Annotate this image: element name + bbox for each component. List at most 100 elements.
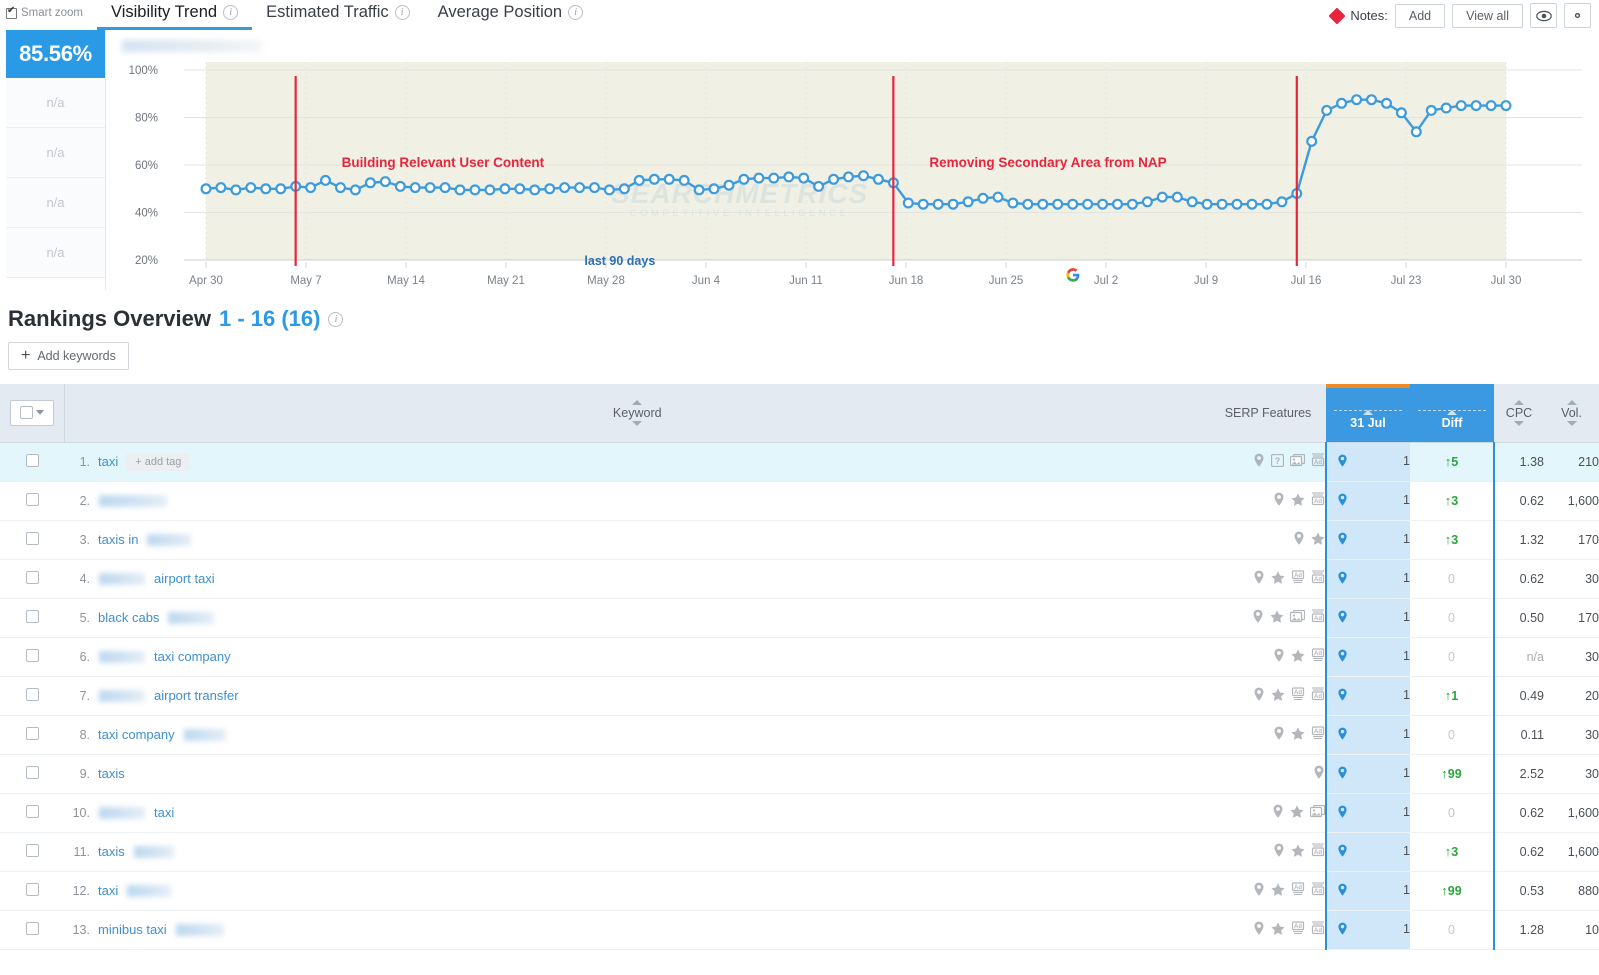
info-icon[interactable]: i: [328, 311, 344, 327]
view-all-notes-button[interactable]: View all: [1452, 3, 1523, 28]
row-checkbox[interactable]: [25, 609, 39, 623]
pin-icon[interactable]: [1253, 453, 1265, 470]
rank-cell[interactable]: 1: [1325, 793, 1410, 832]
keyword-cell[interactable]: 2.: [64, 481, 1210, 520]
table-row[interactable]: 13. minibus taxi Ad Ad 1 0 1.28 10: [0, 910, 1599, 949]
pin-icon[interactable]: [1273, 492, 1285, 509]
add-tag-button[interactable]: + add tag: [126, 452, 191, 471]
pin-icon[interactable]: [1253, 570, 1265, 587]
table-row[interactable]: 10. taxi 1 0 0.62 1,600: [0, 793, 1599, 832]
smart-zoom-toggle[interactable]: Smart zoom: [6, 5, 83, 19]
row-checkbox[interactable]: [25, 765, 39, 779]
column-serp-features[interactable]: SERP Features: [1210, 384, 1326, 443]
rank-cell[interactable]: 1: [1325, 754, 1410, 793]
add-note-button[interactable]: Add: [1394, 3, 1446, 28]
row-select-cell[interactable]: [0, 871, 64, 910]
rank-cell[interactable]: 1: [1325, 481, 1410, 520]
ad2-icon[interactable]: Ad: [1291, 570, 1305, 587]
table-row[interactable]: 7. airport transfer Ad Ad 1 ↑1 0.49 20: [0, 676, 1599, 715]
star-icon[interactable]: [1291, 492, 1305, 509]
pin-icon[interactable]: [1313, 765, 1325, 782]
row-checkbox[interactable]: [25, 843, 39, 857]
pin-icon[interactable]: [1273, 648, 1285, 665]
column-diff[interactable]: Diff: [1410, 384, 1494, 443]
keyword-sort-control[interactable]: Keyword: [65, 399, 1211, 426]
pin-icon[interactable]: [1253, 921, 1265, 938]
date-sort-control[interactable]: 31 Jul: [1326, 410, 1410, 430]
rank-cell[interactable]: 1: [1325, 442, 1410, 481]
row-select-cell[interactable]: [0, 793, 64, 832]
chart-canvas[interactable]: 100% 80% 60% 40% 20% Apr 30 May 7 May 14 May 21 M…: [105, 30, 1589, 290]
gear-icon[interactable]: [1564, 3, 1591, 28]
column-keyword[interactable]: Keyword: [64, 384, 1211, 443]
keyword-text-visible[interactable]: black cabs: [98, 610, 159, 625]
star-icon[interactable]: [1271, 921, 1285, 938]
question-icon[interactable]: ?: [1270, 453, 1285, 470]
table-row[interactable]: 3. taxis in 1 ↑3 1.32 170: [0, 520, 1599, 559]
ad2-icon[interactable]: Ad: [1291, 687, 1305, 704]
chevron-down-icon[interactable]: [35, 410, 44, 416]
pin-icon[interactable]: [1293, 531, 1305, 548]
row-select-cell[interactable]: [0, 715, 64, 754]
pin-icon[interactable]: [1252, 609, 1264, 626]
table-row[interactable]: 6. taxi company Ad 1 0 n/a 30: [0, 637, 1599, 676]
row-select-cell[interactable]: [0, 910, 64, 949]
keyword-text-visible[interactable]: taxi company: [98, 727, 175, 742]
ad-icon[interactable]: Ad: [1311, 843, 1325, 860]
rank-cell[interactable]: 1: [1325, 637, 1410, 676]
star-icon[interactable]: [1271, 882, 1285, 899]
star-icon[interactable]: [1270, 609, 1284, 626]
caret-up-icon[interactable]: [632, 399, 643, 405]
ad2-icon[interactable]: Ad: [1291, 921, 1305, 938]
info-icon[interactable]: i: [223, 5, 239, 20]
tab-average-position[interactable]: Average Position i: [424, 0, 597, 30]
pin-icon[interactable]: [1272, 804, 1284, 821]
table-row[interactable]: 1. taxi + add tag? Ad 1 ↑5 1.38 210: [0, 442, 1599, 481]
tab-estimated-traffic[interactable]: Estimated Traffic i: [252, 0, 424, 30]
keyword-cell[interactable]: 7. airport transfer: [64, 676, 1210, 715]
star-icon[interactable]: [1311, 531, 1325, 548]
row-checkbox[interactable]: [25, 570, 39, 584]
column-date-31-jul[interactable]: 31 Jul: [1326, 384, 1410, 443]
ad2-icon[interactable]: Ad: [1311, 726, 1325, 743]
diff-sort-control[interactable]: Diff: [1410, 410, 1494, 430]
smart-zoom-checkbox-icon[interactable]: [6, 5, 17, 19]
tab-visibility-trend[interactable]: Visibility Trend i: [97, 0, 253, 30]
add-keywords-button[interactable]: + Add keywords: [8, 342, 129, 370]
star-icon[interactable]: [1291, 726, 1305, 743]
row-checkbox[interactable]: [25, 492, 39, 506]
row-select-cell[interactable]: [0, 754, 64, 793]
row-select-cell[interactable]: [0, 676, 64, 715]
caret-down-icon[interactable]: [1566, 421, 1577, 426]
keyword-cell[interactable]: 13. minibus taxi: [64, 910, 1210, 949]
table-row[interactable]: 9. taxis 1 ↑99 2.52 30: [0, 754, 1599, 793]
pin-icon[interactable]: [1253, 882, 1265, 899]
star-icon[interactable]: [1290, 804, 1304, 821]
rank-cell[interactable]: 1: [1325, 559, 1410, 598]
keyword-text-visible[interactable]: taxis: [98, 844, 125, 859]
star-icon[interactable]: [1291, 648, 1305, 665]
table-row[interactable]: 11. taxis Ad 1 ↑3 0.62 1,600: [0, 832, 1599, 871]
row-checkbox[interactable]: [25, 648, 39, 662]
row-checkbox[interactable]: [25, 804, 39, 818]
ad-icon[interactable]: Ad: [1311, 921, 1325, 938]
ad-icon[interactable]: Ad: [1311, 882, 1325, 899]
select-all-control[interactable]: [9, 399, 54, 426]
keyword-text-visible[interactable]: airport transfer: [154, 688, 239, 703]
rank-cell[interactable]: 1: [1325, 871, 1410, 910]
row-select-cell[interactable]: [0, 481, 64, 520]
caret-down-icon[interactable]: [1514, 421, 1524, 426]
keyword-text-visible[interactable]: taxis in: [98, 532, 138, 547]
table-row[interactable]: 2. Ad 1 ↑3 0.62 1,600: [0, 481, 1599, 520]
column-select-all[interactable]: [0, 384, 65, 443]
row-checkbox[interactable]: [25, 921, 39, 935]
caret-up-icon[interactable]: [1566, 399, 1577, 405]
ad-icon[interactable]: Ad: [1311, 492, 1325, 509]
caret-down-icon[interactable]: [632, 421, 643, 426]
google-g-icon[interactable]: [1065, 268, 1080, 286]
column-cpc[interactable]: CPC: [1494, 384, 1544, 443]
row-select-cell[interactable]: [0, 559, 64, 598]
column-volume[interactable]: Vol.: [1544, 384, 1599, 443]
table-row[interactable]: 5. black cabs Ad 1 0 0.50 170: [0, 598, 1599, 637]
row-select-cell[interactable]: [0, 832, 64, 871]
